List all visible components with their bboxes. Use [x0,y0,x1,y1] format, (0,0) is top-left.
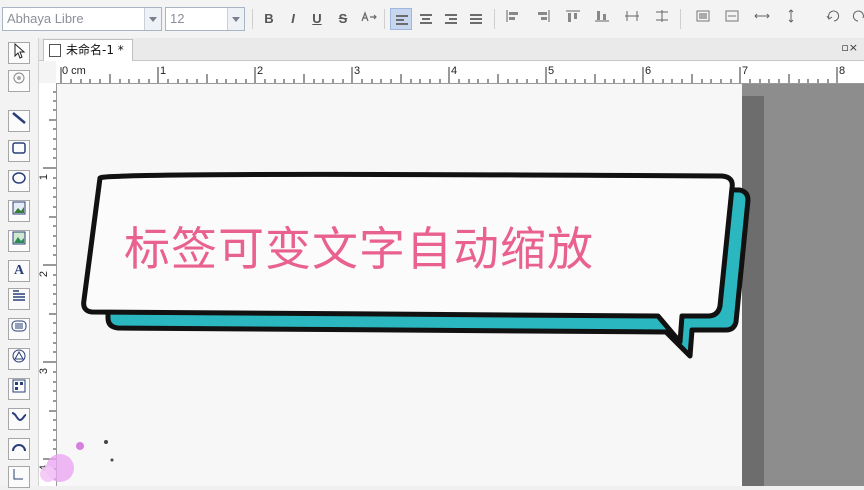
paragraph-tool-icon[interactable] [8,288,30,310]
text-tool-icon[interactable]: A [8,260,30,282]
align-right-icon[interactable] [440,8,462,30]
qr-code-tool-icon[interactable] [8,378,30,400]
ellipse-tool-icon[interactable] [8,170,30,192]
same-width-icon[interactable] [751,8,773,30]
document-icon [49,44,61,57]
line-tool-icon[interactable] [8,110,30,132]
pan-hand-icon[interactable] [8,70,30,92]
font-family-select[interactable]: Abhaya Libre [2,7,162,31]
rotate-right-icon[interactable] [848,8,864,30]
rotate-left-icon[interactable] [822,8,844,30]
picture-tool-icon[interactable] [8,230,30,252]
ruler-label: 2 [257,65,264,77]
sparkle-decoration [40,440,114,482]
bold-button[interactable]: B [258,8,280,30]
align-left-icon[interactable] [390,8,412,30]
ruler-label: 3 [38,367,51,375]
strikethrough-button[interactable]: S [332,8,354,30]
horizontal-ruler: 0 cm 1 2 3 4 5 6 7 8 [56,61,864,84]
same-height-icon[interactable] [780,8,802,30]
tab-document[interactable]: 未命名-1 * [43,39,133,61]
align-objects-bottom-icon[interactable] [591,8,613,30]
align-objects-left-icon[interactable] [502,8,524,30]
curve-tool-icon[interactable] [8,408,30,430]
ungroup-icon[interactable] [721,8,743,30]
format-toolbar: Abhaya Libre 12 B I U S [0,0,864,39]
ruler-label: 3 [354,65,361,77]
font-family-value: Abhaya Libre [7,11,84,26]
design-canvas[interactable] [57,84,864,486]
ruler-label: 1 [38,173,51,181]
align-center-icon[interactable] [415,8,437,30]
drawing-tools-panel: A [0,38,39,488]
rectangle-tool-icon[interactable] [8,140,30,162]
distribute-vertical-icon[interactable] [651,8,673,30]
ruler-label: 2 [38,270,51,278]
font-size-value: 12 [170,11,185,26]
italic-button[interactable]: I [282,8,304,30]
vertical-ruler: 1 2 3 4 [38,83,57,486]
document-tab-bar: 未命名-1 * ▫× [39,38,864,61]
align-objects-top-icon[interactable] [562,8,584,30]
select-arrow-icon[interactable] [8,42,30,64]
shape-tool-icon[interactable] [8,348,30,370]
image-tool-icon[interactable] [8,200,30,222]
ruler-corner [39,61,57,84]
group-icon[interactable] [692,8,714,30]
char-spacing-icon[interactable] [358,8,380,30]
font-size-select[interactable]: 12 [165,7,245,31]
ruler-label: 0 cm [62,65,86,77]
align-objects-right-icon[interactable] [532,8,554,30]
align-justify-icon[interactable] [465,8,487,30]
tab-title: 未命名-1 * [66,43,124,57]
ruler-label: 4 [451,65,458,77]
chevron-down-icon[interactable] [227,8,244,30]
ruler-label: 1 [160,65,167,77]
restore-window-icon[interactable]: ▫× [841,41,858,54]
page-shadow [742,96,764,486]
ruler-label: 8 [839,65,846,77]
chevron-down-icon[interactable] [144,8,161,30]
distribute-horizontal-icon[interactable] [621,8,643,30]
ruler-ticks [43,91,56,480]
ruler-label: 7 [742,65,749,77]
barcode-tool-icon[interactable] [8,318,30,340]
ruler-label: 6 [645,65,652,77]
label-page[interactable] [57,84,742,486]
label-text[interactable]: 标签可变文字自动缩放 [124,213,594,279]
underline-button[interactable]: U [306,8,328,30]
ruler-label: 5 [548,65,555,77]
